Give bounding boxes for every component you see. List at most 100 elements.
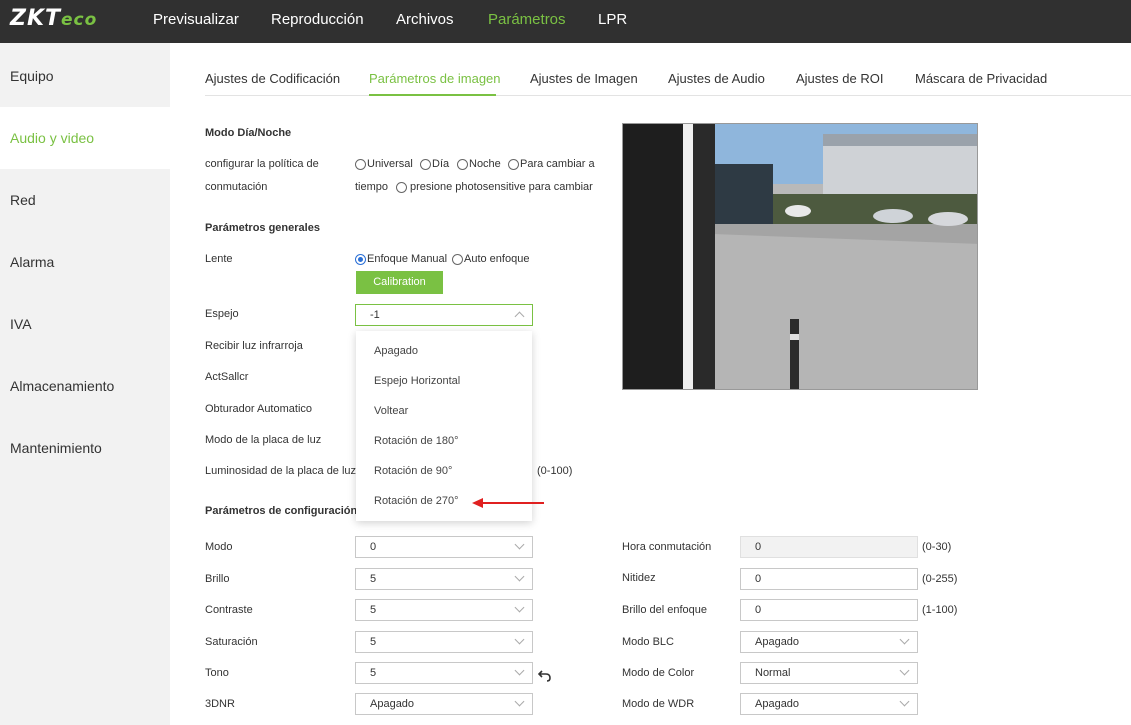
- radio-dia[interactable]: Día: [420, 158, 449, 170]
- brillo-enfoque-range: (1-100): [922, 604, 958, 616]
- brillo-enfoque-label: Brillo del enfoque: [622, 604, 708, 616]
- tab-parametros-imagen[interactable]: Parámetros de imagen: [369, 71, 501, 86]
- chevron-down-icon: [899, 696, 910, 707]
- radio-circle-icon: [508, 158, 519, 170]
- option-rotacion-270[interactable]: Rotación de 270°: [374, 495, 459, 507]
- radio-para-cambiar[interactable]: Para cambiar a: [508, 158, 595, 170]
- saturacion-select[interactable]: 5: [355, 631, 533, 653]
- radio-selected-icon: [355, 253, 366, 265]
- radio-circle-icon: [396, 181, 407, 193]
- config-label-brillo: Brillo: [205, 573, 230, 585]
- radio-photosensitive[interactable]: presione photosensitive para cambiar: [396, 181, 593, 193]
- chevron-down-icon: [514, 571, 525, 582]
- modo-blc-label: Modo BLC: [622, 636, 674, 648]
- tab-ajustes-roi[interactable]: Ajustes de ROI: [796, 71, 883, 86]
- brillo-select[interactable]: 5: [355, 568, 533, 590]
- camera-scene-image: [623, 124, 977, 389]
- nitidez-label: Nitidez: [622, 572, 656, 584]
- chevron-down-icon: [514, 539, 525, 550]
- policy-label-2: conmutación: [205, 181, 268, 193]
- lens-label: Lente: [205, 253, 233, 265]
- nav-parametros[interactable]: Parámetros: [488, 11, 566, 28]
- nitidez-input[interactable]: 0: [740, 568, 918, 590]
- brillo-enfoque-input[interactable]: 0: [740, 599, 918, 621]
- radio-tiempo-label: tiempo: [355, 181, 389, 193]
- chevron-down-icon: [514, 665, 525, 676]
- contraste-select[interactable]: 5: [355, 599, 533, 621]
- section-title-config: Parámetros de configuración: [205, 505, 358, 517]
- modo-color-select[interactable]: Normal: [740, 662, 918, 684]
- policy-label: configurar la política de: [205, 158, 319, 170]
- modo-wdr-select[interactable]: Apagado: [740, 693, 918, 715]
- modo-wdr-label: Modo de WDR: [622, 698, 695, 710]
- sidebar-item-almacenamiento[interactable]: Almacenamiento: [0, 355, 170, 417]
- radio-circle-icon: [355, 158, 366, 170]
- lightplate-range: (0-100): [537, 465, 573, 477]
- annotation-arrow-icon: [472, 498, 544, 508]
- config-label-contraste: Contraste: [205, 604, 253, 616]
- chevron-up-icon: [514, 311, 525, 322]
- ir-label: Recibir luz infrarroja: [205, 340, 303, 352]
- radio-circle-icon: [420, 158, 431, 170]
- section-title-general: Parámetros generales: [205, 222, 320, 234]
- radio-enfoque-manual[interactable]: Enfoque Manual: [355, 253, 447, 265]
- section-title-daynight: Modo Día/Noche: [205, 127, 292, 139]
- radio-circle-icon: [457, 158, 468, 170]
- option-voltear[interactable]: Voltear: [374, 405, 408, 417]
- lightplate-mode-label: Modo de la placa de luz: [205, 434, 322, 446]
- tab-mascara-privacidad[interactable]: Máscara de Privacidad: [915, 71, 1047, 86]
- chevron-down-icon: [514, 602, 525, 613]
- nav-previsualizar[interactable]: Previsualizar: [153, 11, 239, 28]
- mirror-select[interactable]: -1: [355, 304, 533, 326]
- camera-preview: [622, 123, 978, 390]
- modo-color-label: Modo de Color: [622, 667, 695, 679]
- actsallcr-label: ActSallcr: [205, 371, 249, 383]
- option-rotacion-180[interactable]: Rotación de 180°: [374, 435, 459, 447]
- sidebar: Equipo Audio y video Red Alarma IVA Alma…: [0, 43, 170, 725]
- nav-lpr[interactable]: LPR: [598, 11, 627, 28]
- config-label-modo: Modo: [205, 541, 233, 553]
- undo-icon[interactable]: [538, 670, 551, 682]
- config-label-3dnr: 3DNR: [205, 698, 235, 710]
- tab-ajustes-audio[interactable]: Ajustes de Audio: [668, 71, 765, 86]
- tab-ajustes-codificacion[interactable]: Ajustes de Codificación: [205, 71, 340, 86]
- chevron-down-icon: [899, 634, 910, 645]
- option-rotacion-90[interactable]: Rotación de 90°: [374, 465, 452, 477]
- sidebar-item-audio-video[interactable]: Audio y video: [0, 107, 170, 169]
- nitidez-range: (0-255): [922, 573, 958, 585]
- modo-select[interactable]: 0: [355, 536, 533, 558]
- sidebar-item-iva[interactable]: IVA: [0, 293, 170, 355]
- option-espejo-horizontal[interactable]: Espejo Horizontal: [374, 375, 460, 387]
- top-navbar: ZKTeco Previsualizar Reproducción Archiv…: [0, 0, 1131, 43]
- radio-circle-icon: [452, 253, 463, 265]
- active-tab-indicator: [369, 94, 496, 96]
- tono-select[interactable]: 5: [355, 662, 533, 684]
- radio-noche[interactable]: Noche: [457, 158, 501, 170]
- config-label-tono: Tono: [205, 667, 229, 679]
- nav-reproduccion[interactable]: Reproducción: [271, 11, 364, 28]
- mirror-label: Espejo: [205, 308, 239, 320]
- lightplate-brightness-label: Luminosidad de la placa de luz: [205, 465, 357, 477]
- shutter-label: Obturador Automatico: [205, 403, 313, 415]
- sidebar-item-red[interactable]: Red: [0, 169, 170, 231]
- radio-universal[interactable]: Universal: [355, 158, 413, 170]
- sidebar-item-equipo[interactable]: Equipo: [0, 45, 170, 107]
- calibration-button[interactable]: Calibration: [356, 271, 443, 294]
- mirror-dropdown-menu: Apagado Espejo Horizontal Voltear Rotaci…: [356, 331, 532, 521]
- sidebar-item-alarma[interactable]: Alarma: [0, 231, 170, 293]
- tab-ajustes-imagen[interactable]: Ajustes de Imagen: [530, 71, 638, 86]
- config-label-saturacion: Saturación: [205, 636, 258, 648]
- option-apagado[interactable]: Apagado: [374, 345, 418, 357]
- sidebar-item-mantenimiento[interactable]: Mantenimiento: [0, 417, 170, 479]
- radio-auto-enfoque[interactable]: Auto enfoque: [452, 253, 529, 265]
- nav-archivos[interactable]: Archivos: [396, 11, 454, 28]
- chevron-down-icon: [514, 634, 525, 645]
- chevron-down-icon: [899, 665, 910, 676]
- zkteco-logo[interactable]: ZKTeco: [10, 6, 97, 31]
- 3dnr-select[interactable]: Apagado: [355, 693, 533, 715]
- chevron-down-icon: [514, 696, 525, 707]
- modo-blc-select[interactable]: Apagado: [740, 631, 918, 653]
- hora-conmutacion-input[interactable]: 0: [740, 536, 918, 558]
- tabs-divider: [205, 95, 1131, 96]
- hora-conmutacion-label: Hora conmutación: [622, 541, 712, 553]
